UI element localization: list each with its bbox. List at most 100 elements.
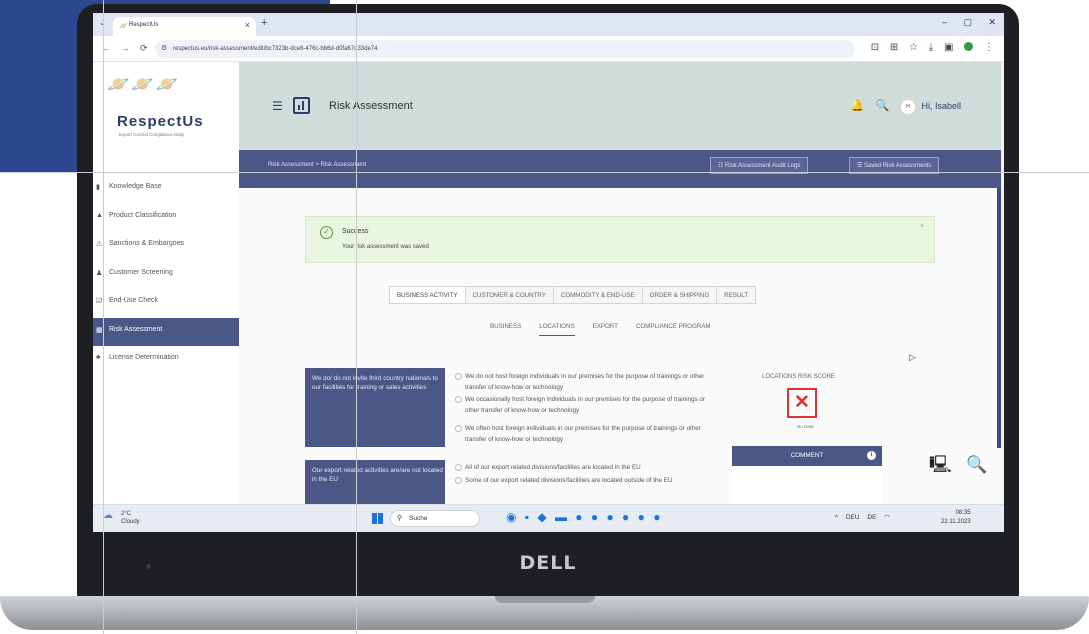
question-card: Our export related activities are/are no… bbox=[305, 460, 445, 504]
favicon-icon: 🪐 bbox=[119, 23, 128, 30]
url-field[interactable]: ⚙ respectus.eu/risk-assessment/edit/bc73… bbox=[155, 40, 855, 58]
windows-start-icon[interactable] bbox=[372, 513, 383, 524]
user-greeting[interactable]: Hi, Isabell bbox=[921, 101, 961, 111]
check-circle-icon: ✓ bbox=[320, 226, 333, 239]
subtab-locations[interactable]: LOCATIONS bbox=[539, 323, 575, 336]
sidebar-item-label: Product Classification bbox=[109, 211, 177, 219]
lang-bottom: DE bbox=[867, 514, 877, 521]
close-icon[interactable]: × bbox=[920, 223, 924, 230]
risk-score-label: LOCATIONS RISK SCORE bbox=[762, 374, 835, 380]
menu-icon[interactable]: ☰ bbox=[272, 99, 283, 113]
sidebar-item-sanctions[interactable]: ⚠ Sanctions & Embargoes bbox=[93, 232, 239, 261]
browser-tab[interactable]: 🪐 RespectUs × bbox=[113, 17, 256, 36]
tab-title: RespectUs bbox=[129, 22, 159, 28]
close-tab-icon[interactable]: × bbox=[245, 20, 250, 30]
main-tabs: BUSINESS ACTIVITY CUSTOMER & COUNTRY COM… bbox=[389, 286, 757, 304]
site-info-icon[interactable]: ⚙ bbox=[161, 44, 167, 52]
tab-business-activity[interactable]: BUSINESS ACTIVITY bbox=[389, 286, 466, 304]
planets-logo-icon: 🪐🪐🪐 bbox=[107, 74, 181, 94]
bell-icon[interactable]: 🔔 bbox=[851, 100, 865, 112]
sidebar: 🪐🪐🪐 RespectUs Export Control Compliance … bbox=[93, 62, 239, 504]
chevron-up-icon[interactable]: ^ bbox=[835, 514, 838, 521]
chart-icon: ▦ bbox=[96, 326, 103, 334]
radio-button[interactable] bbox=[455, 373, 462, 380]
info-icon[interactable]: i bbox=[867, 451, 876, 460]
scrollbar[interactable] bbox=[997, 188, 1001, 448]
taskbar-search[interactable]: ⚲ Suche bbox=[390, 510, 480, 527]
radio-button[interactable] bbox=[455, 425, 462, 432]
clock[interactable]: 08:35 22.11.2023 bbox=[941, 509, 971, 527]
tab-commodity-end-use[interactable]: COMMODITY & END-USE bbox=[553, 286, 643, 304]
header-actions: 🔔 🔍 H Hi, Isabell bbox=[851, 99, 961, 114]
search-placeholder: Suche bbox=[409, 515, 428, 522]
guide-line bbox=[103, 0, 104, 634]
window-controls[interactable]: – ▢ ✕ bbox=[942, 17, 996, 28]
comment-header: COMMENT i bbox=[732, 446, 882, 466]
sidebar-item-label: Knowledge Base bbox=[109, 183, 162, 190]
tab-order-shipping[interactable]: ORDER & SHIPPING bbox=[642, 286, 718, 304]
profile-icon[interactable] bbox=[964, 42, 974, 51]
sidebar-item-customer-screening[interactable]: ♟ Customer Screening bbox=[93, 261, 239, 290]
sidebar-item-label: Customer Screening bbox=[109, 268, 173, 276]
new-tab-icon[interactable]: + bbox=[261, 17, 267, 29]
warning-icon: ⚠ bbox=[96, 241, 103, 248]
zoom-icon[interactable]: 🔍 bbox=[966, 455, 987, 474]
book-icon: ▮ bbox=[96, 184, 100, 191]
sidebar-item-knowledge-base[interactable]: ▮ Knowledge Base bbox=[93, 175, 239, 204]
success-alert: ✓ Success Your risk assessment was saved… bbox=[305, 216, 935, 263]
subtab-business[interactable]: BUSINESS bbox=[490, 323, 521, 336]
list-icon: ☰ bbox=[857, 163, 865, 169]
subtab-compliance-program[interactable]: COMPLIANCE PROGRAM bbox=[636, 323, 711, 336]
sidebar-item-label: License Determination bbox=[109, 354, 179, 361]
avatar[interactable]: H bbox=[900, 100, 915, 114]
bar-chart-icon bbox=[293, 97, 310, 114]
browser-toolbar-icons[interactable]: ⊡ ⊞ ☆ ⤓ ▣ ⋮ bbox=[871, 42, 994, 53]
browser-tab-bar: ⌄ 🪐 RespectUs × + – ▢ ✕ bbox=[93, 13, 1004, 36]
dell-logo: DELL bbox=[519, 552, 577, 574]
tab-customer-country[interactable]: CUSTOMER & COUNTRY bbox=[465, 286, 554, 304]
app: 🪐🪐🪐 RespectUs Export Control Compliance … bbox=[93, 62, 1004, 504]
answer-option[interactable]: We occasionally host foreign individuals… bbox=[455, 395, 715, 416]
main-content: ✓ Success Your risk assessment was saved… bbox=[239, 188, 1001, 504]
question-card: We do/ do not invite third country natio… bbox=[305, 368, 445, 447]
saved-assessments-label: Saved Risk Assessments bbox=[864, 163, 932, 169]
system-tray[interactable]: ^ DEU DE ◠ bbox=[835, 513, 890, 521]
weather-widget[interactable]: ☁ 2°C Cloudy bbox=[103, 510, 140, 526]
audit-logs-label: Risk Assessment Audit Logs bbox=[725, 163, 801, 169]
brand-tagline: Export Control Compliance Daily bbox=[119, 132, 185, 137]
sidebar-item-license-determination[interactable]: ♣ License Determination bbox=[93, 346, 239, 375]
temperature: 2°C bbox=[121, 511, 132, 517]
breadcrumb[interactable]: Risk Assessment > Risk Assessment bbox=[268, 162, 366, 168]
taskbar-apps[interactable]: ◉ ▪ ◆ ▬ ● ● ● ● ● ● bbox=[506, 510, 660, 524]
url-text: respectus.eu/risk-assessment/edit/bc7323… bbox=[173, 46, 378, 52]
lang-top: DEU bbox=[845, 514, 860, 521]
laptop-notch bbox=[495, 596, 595, 603]
answer-option[interactable]: Some of our export related divisions/fac… bbox=[455, 476, 720, 487]
tab-result[interactable]: RESULT bbox=[717, 286, 757, 304]
radio-button[interactable] bbox=[455, 396, 462, 403]
wifi-icon[interactable]: ◠ bbox=[884, 514, 890, 521]
windows-taskbar: ☁ 2°C Cloudy ⚲ Suche ◉ ▪ ◆ ▬ ● ● ● ● ● ●… bbox=[93, 504, 1004, 532]
answer-option[interactable]: We do not host foreign individuals in ou… bbox=[455, 372, 715, 393]
no-data-x-icon: ✕ bbox=[787, 388, 817, 418]
sidebar-item-end-use-check[interactable]: ☑ End-Use Check bbox=[93, 289, 239, 318]
radio-button[interactable] bbox=[455, 464, 462, 471]
navigation-icons[interactable]: ← → ⟳ bbox=[101, 43, 148, 54]
monitor-icon[interactable]: 🖳 bbox=[929, 455, 952, 474]
top-header: ☰ Risk Assessment 🔔 🔍 H Hi, Isabell bbox=[239, 62, 1001, 150]
logo[interactable]: 🪐🪐🪐 RespectUs Export Control Compliance … bbox=[93, 62, 239, 162]
page-title: Risk Assessment bbox=[329, 100, 413, 112]
webcam bbox=[146, 564, 151, 569]
answer-text: All of our export related divisions/faci… bbox=[465, 464, 641, 471]
search-icon[interactable]: 🔍 bbox=[876, 100, 890, 112]
users-icon: ♟ bbox=[96, 269, 103, 277]
breadcrumb-bar: Risk Assessment > Risk Assessment ☷ Risk… bbox=[239, 150, 1001, 188]
date: 22.11.2023 bbox=[941, 519, 971, 525]
answer-option[interactable]: All of our export related divisions/faci… bbox=[455, 463, 715, 474]
sidebar-item-risk-assessment[interactable]: ▦ Risk Assessment bbox=[93, 317, 239, 346]
radio-button[interactable] bbox=[455, 477, 462, 484]
subtab-export[interactable]: EXPORT bbox=[593, 323, 618, 336]
sidebar-item-product-classification[interactable]: ▲ Product Classification bbox=[93, 204, 239, 233]
answer-option[interactable]: We often host foreign individuals in our… bbox=[455, 424, 720, 445]
comment-field[interactable] bbox=[732, 466, 882, 504]
